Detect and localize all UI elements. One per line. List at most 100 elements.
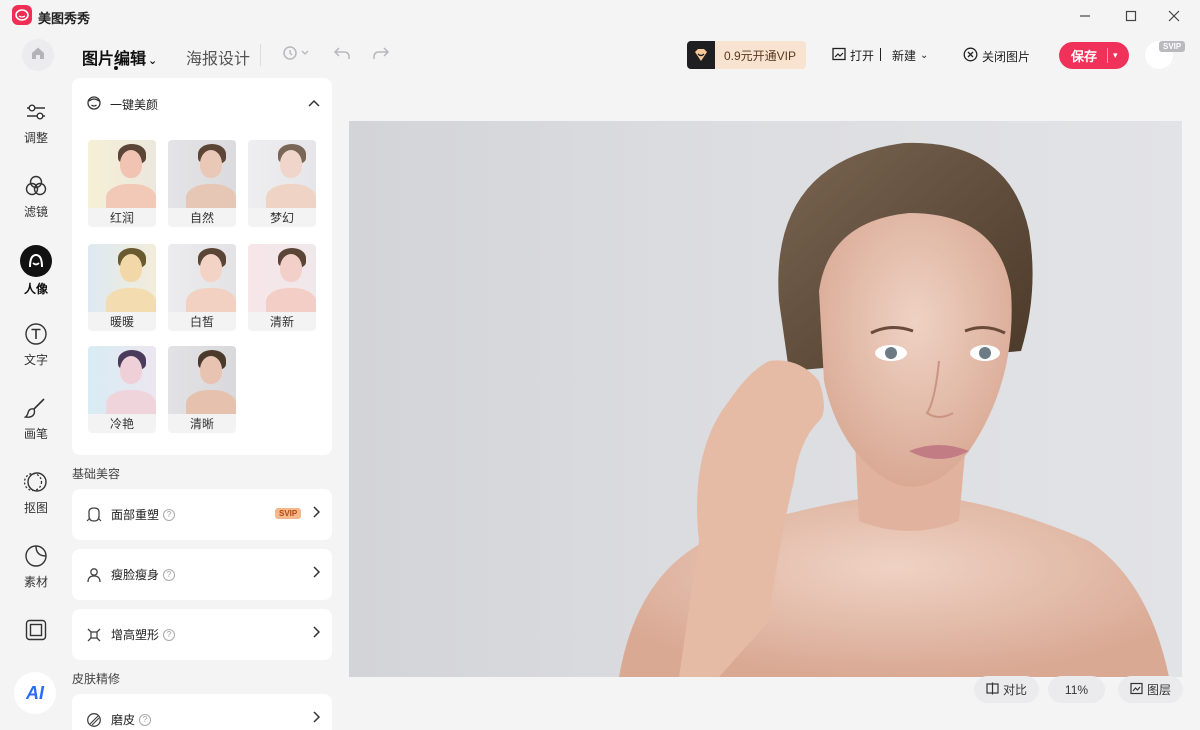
sidebar-item-label: 滤镜 [23, 205, 48, 219]
preset-label: 白皙 [189, 315, 214, 329]
svip-badge: SVIP [275, 508, 302, 519]
chevron-up-icon[interactable] [308, 96, 320, 114]
preset-label: 梦幻 [269, 211, 294, 225]
sidebar-item-label: 人像 [23, 282, 48, 296]
preset-label: 清新 [269, 315, 294, 329]
sidebar-item-label: 素材 [23, 575, 48, 589]
skin-retouch-section-title: 皮肤精修 [72, 672, 121, 686]
preset-label: 自然 [189, 211, 214, 225]
face-sparkle-icon [86, 95, 102, 114]
maximize-button[interactable] [1120, 5, 1142, 27]
chevron-down-icon: ⌄ [920, 50, 929, 61]
height-shape-label: 增高塑形 [111, 628, 160, 642]
redo-icon [372, 45, 390, 66]
sidebar-item-label: 画笔 [23, 427, 48, 441]
height-shape-item[interactable]: 增高塑形 ? [72, 609, 332, 660]
undo-icon [333, 45, 351, 66]
preset-thumbnail [168, 346, 236, 414]
sidebar-item-filter[interactable]: 滤镜 [12, 172, 60, 220]
sidebar-item-label: 抠图 [23, 501, 48, 515]
tab-image-edit[interactable]: 图片编辑 ⌄ [82, 45, 157, 69]
preset-rosy[interactable]: 红润 [88, 140, 156, 227]
history-icon [282, 45, 310, 66]
chevron-down-icon[interactable]: ▾ [1113, 50, 1118, 61]
layers-button[interactable]: 图层 [1118, 676, 1183, 703]
preset-label: 红润 [109, 211, 134, 225]
sidebar-item-cutout[interactable]: 抠图 [12, 468, 60, 516]
close-image-button[interactable]: 关闭图片 [963, 47, 1030, 65]
active-tab-indicator [114, 66, 118, 70]
ai-assistant-button[interactable]: AI [14, 672, 56, 714]
preset-clear[interactable]: 清晰 [168, 346, 236, 433]
help-icon[interactable]: ? [163, 508, 176, 521]
face-outline-icon [86, 506, 102, 523]
sidebar-item-text[interactable]: 文字 [12, 320, 60, 368]
preset-natural[interactable]: 自然 [168, 140, 236, 227]
layers-icon [1130, 682, 1143, 698]
save-button[interactable]: 保存 ▾ [1059, 42, 1129, 69]
toolbar-divider [260, 44, 261, 66]
preset-thumbnail [88, 346, 156, 414]
compare-button[interactable]: 对比 [974, 676, 1039, 703]
preset-label: 暖暖 [109, 315, 134, 329]
one-click-beauty-title: 一键美颜 [110, 98, 159, 112]
text-icon [22, 320, 50, 348]
canvas-image[interactable] [349, 121, 1182, 677]
user-svip-badge: SVIP [1159, 41, 1186, 52]
tab-poster-design[interactable]: 海报设计 [186, 45, 250, 69]
one-click-beauty-header[interactable]: 一键美颜 [86, 95, 158, 114]
open-image-icon [832, 47, 846, 64]
slim-face-body-item[interactable]: 瘦脸瘦身 ? [72, 549, 332, 600]
preset-cool[interactable]: 冷艳 [88, 346, 156, 433]
home-button[interactable] [22, 39, 54, 71]
redo-button[interactable] [369, 44, 393, 66]
undo-button[interactable] [330, 44, 354, 66]
ai-icon: AI [26, 682, 44, 703]
sidebar-item-sticker[interactable]: 素材 [12, 542, 60, 590]
preset-dreamy[interactable]: 梦幻 [248, 140, 316, 227]
chevron-right-icon [312, 566, 321, 581]
open-button[interactable]: 打开 [832, 47, 874, 64]
sidebar-item-brush[interactable]: 画笔 [12, 394, 60, 442]
skin-smooth-item[interactable]: 磨皮 ? [72, 694, 332, 730]
chevron-right-icon [312, 506, 321, 521]
sidebar-item-adjust[interactable]: 调整 [12, 98, 60, 146]
one-click-beauty-panel: 一键美颜 红润 自然 梦幻 暖暖 白皙 清新 冷艳 清晰 [72, 78, 332, 455]
close-window-button[interactable] [1163, 5, 1185, 27]
toolbar-divider [880, 48, 881, 61]
save-divider [1107, 48, 1109, 63]
compare-icon [986, 682, 999, 698]
zoom-level[interactable]: 11% [1048, 676, 1105, 703]
title-bar: 美图秀秀 [0, 0, 1200, 32]
smooth-skin-icon [86, 712, 102, 728]
help-icon[interactable]: ? [139, 713, 152, 726]
sticker-icon [22, 542, 50, 570]
chevron-down-icon: ⌄ [148, 55, 158, 67]
help-icon[interactable]: ? [163, 628, 176, 641]
history-button[interactable] [279, 44, 313, 66]
cutout-icon [22, 468, 50, 496]
preset-label: 冷艳 [109, 417, 134, 431]
skin-smooth-label: 磨皮 [111, 713, 136, 727]
new-button[interactable]: 新建 ⌄ [892, 47, 928, 64]
filter-icon [22, 172, 50, 200]
portrait-icon [20, 245, 52, 277]
preset-warm[interactable]: 暖暖 [88, 244, 156, 331]
app-name: 美图秀秀 [38, 11, 91, 26]
sidebar-item-label: 调整 [23, 131, 48, 145]
minimize-button[interactable] [1074, 5, 1096, 27]
chevron-right-icon [312, 626, 321, 641]
sidebar-item-frame[interactable] [12, 616, 60, 644]
sidebar-item-portrait[interactable]: 人像 [12, 245, 60, 297]
preset-thumbnail [168, 244, 236, 312]
slim-face-body-label: 瘦脸瘦身 [111, 568, 160, 582]
preset-fair[interactable]: 白皙 [168, 244, 236, 331]
help-icon[interactable]: ? [163, 568, 176, 581]
vip-upgrade-button[interactable]: 0.9元开通VIP [687, 41, 806, 69]
preset-fresh[interactable]: 清新 [248, 244, 316, 331]
brush-icon [22, 394, 50, 422]
sidebar-item-label: 文字 [23, 353, 48, 367]
face-reshape-item[interactable]: 面部重塑 ? SVIP [72, 489, 332, 540]
height-stretch-icon [86, 627, 102, 643]
close-circle-icon [963, 47, 978, 65]
